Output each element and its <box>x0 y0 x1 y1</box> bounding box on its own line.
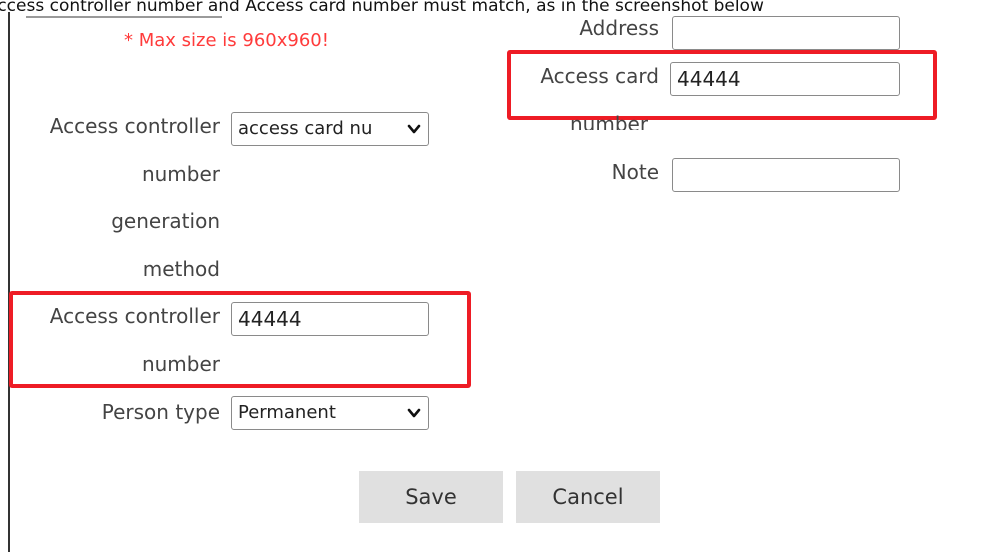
generation-method-selected: access card nu <box>238 118 373 139</box>
cancel-button[interactable]: Cancel <box>516 471 660 523</box>
person-type-label: Person type <box>101 400 220 424</box>
person-type-select[interactable]: Permanent <box>231 396 429 430</box>
note-label: Note <box>611 160 659 184</box>
generation-method-label-line2: number <box>141 162 220 186</box>
chevron-down-icon <box>407 408 421 418</box>
panel-left-border <box>8 12 10 552</box>
person-type-selected: Permanent <box>238 402 336 423</box>
chevron-down-icon <box>407 124 421 134</box>
access-controller-label: Access controller <box>49 304 220 328</box>
address-label: Address <box>579 16 659 40</box>
max-size-warning: * Max size is 960x960! <box>124 30 329 51</box>
generation-method-select[interactable]: access card nu <box>231 112 429 146</box>
generation-method-label-line1: Access controller <box>49 114 220 138</box>
photo-field-edge <box>26 12 222 18</box>
access-controller-label-line2: number <box>141 352 220 376</box>
access-card-number-input[interactable]: 44444 <box>670 62 900 96</box>
note-input[interactable] <box>672 158 900 192</box>
address-input[interactable] <box>672 16 900 50</box>
generation-method-label-line3: generation <box>111 209 220 233</box>
access-card-label-line2: number <box>570 112 649 130</box>
generation-method-label-line4: method <box>142 257 220 281</box>
save-button[interactable]: Save <box>359 471 503 523</box>
access-controller-number-input[interactable]: 44444 <box>231 302 429 336</box>
access-card-label: Access card <box>540 64 659 88</box>
